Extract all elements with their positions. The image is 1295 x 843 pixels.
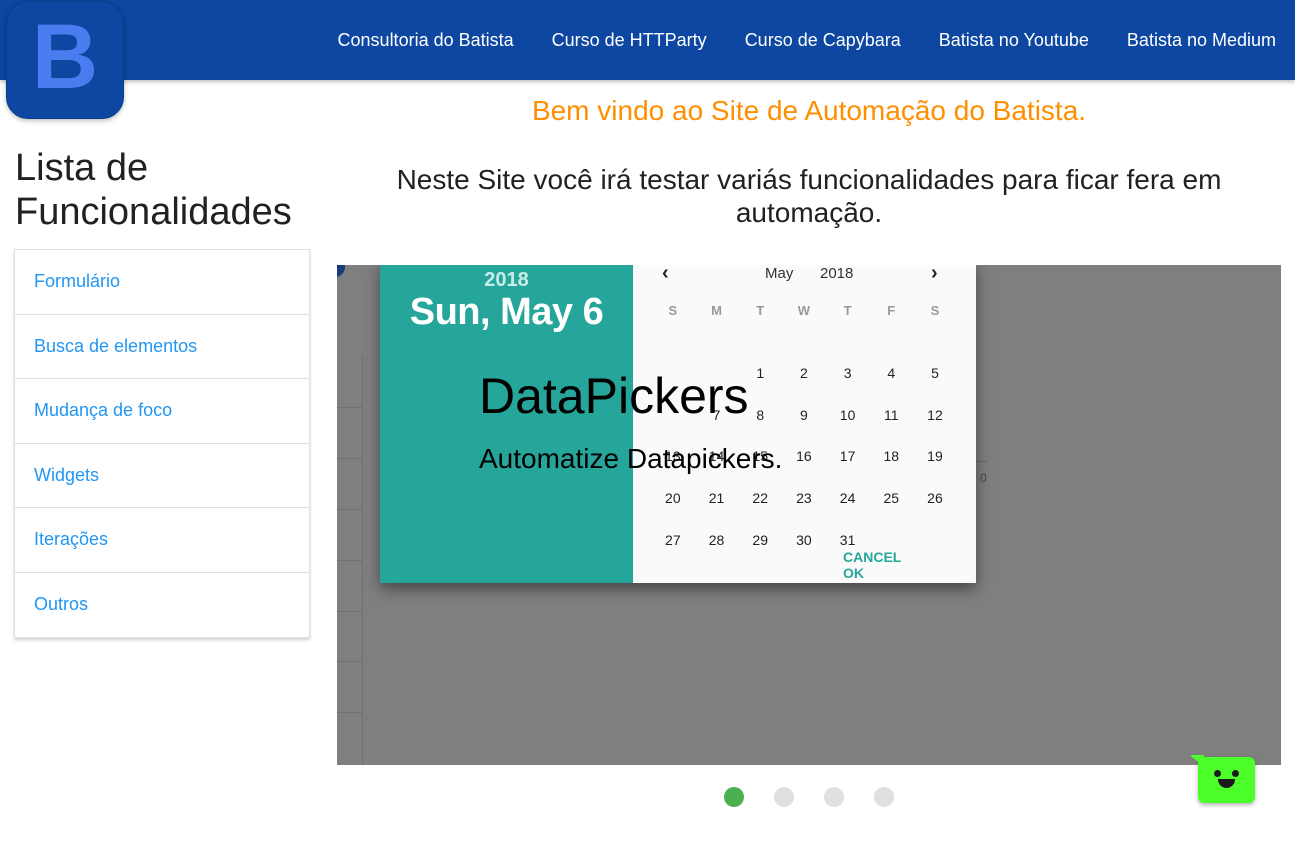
datepicker-empty-cell	[913, 511, 957, 553]
top-navbar: Consultoria do Batista Curso de HTTParty…	[0, 0, 1295, 80]
nav-menu: Consultoria do Batista Curso de HTTParty…	[319, 0, 1295, 80]
background-table	[337, 355, 363, 765]
carousel-caption-title: DataPickers	[479, 368, 749, 424]
datepicker-day: 21	[708, 490, 725, 507]
datepicker-calendar: ‹ May 2018 › S M T W T F S 1 2 3 4 5 7 8 9 10 11 12 13 14 15…	[633, 265, 976, 583]
carousel-indicator-1[interactable]	[724, 787, 744, 807]
background-decoration	[337, 265, 345, 277]
background-table-row	[337, 661, 363, 662]
logo[interactable]: B	[6, 1, 124, 119]
background-table-row	[337, 560, 363, 561]
chat-bot-face	[1198, 757, 1255, 803]
carousel-indicator-4[interactable]	[874, 787, 894, 807]
datepicker-modal: 2018 Sun, May 6 ‹ May 2018 › SMTWTFS1234…	[380, 265, 976, 583]
datepicker-weekday: T	[756, 303, 765, 318]
carousel-indicators	[724, 787, 924, 807]
datepicker-actions: CANCEL OK	[843, 549, 976, 581]
background-table-row	[337, 407, 363, 408]
sidebar-item-formulario[interactable]: Formulário	[15, 250, 309, 315]
datepicker-day: 22	[752, 490, 768, 507]
datepicker-grid: S M T W T F S 1 2 3 4 5 7 8 9 10 11 12 13 14 15 16 17 18 19 20 21 2…	[651, 302, 957, 553]
intro-text: Neste Site você irá testar variás funcio…	[396, 164, 1222, 228]
datepicker-weekday: S	[668, 303, 678, 318]
nav-link-consultoria[interactable]: Consultoria do Batista	[319, 0, 533, 80]
chat-bot-eye	[1214, 770, 1221, 777]
datepicker-header-date: Sun, May 6	[409, 291, 604, 333]
chevron-left-icon: ‹	[662, 265, 669, 284]
datepicker-day: 2	[800, 364, 808, 381]
datepicker-day: 16	[796, 448, 812, 465]
nav-link-medium[interactable]: Batista no Medium	[1108, 0, 1295, 80]
background-table-row	[337, 458, 363, 459]
datepicker-day: 30	[796, 531, 812, 548]
nav-link-youtube[interactable]: Batista no Youtube	[920, 0, 1108, 80]
datepicker-ok-button: OK	[843, 565, 864, 581]
sidebar-item-busca-de-elementos[interactable]: Busca de elementos	[15, 315, 309, 379]
datepicker-day: 17	[839, 448, 856, 465]
sidebar-item-widgets[interactable]: Widgets	[15, 444, 309, 508]
carousel-caption-text: Automatize Datapickers.	[479, 443, 783, 474]
chevron-right-icon: ›	[931, 265, 938, 284]
background-axis-label: 0	[980, 471, 987, 485]
datepicker-header-year: 2018	[484, 269, 529, 291]
datepicker-weekday: F	[887, 303, 896, 318]
feature-list: Formulário Busca de elementos Mudança de…	[14, 249, 310, 638]
datepicker-day: 5	[931, 364, 939, 381]
sidebar-item-outros[interactable]: Outros	[15, 573, 309, 637]
datepicker-weekday: M	[711, 303, 722, 318]
datepicker-day: 10	[839, 406, 856, 423]
welcome-heading: Bem vindo ao Site de Automação do Batist…	[531, 95, 1087, 126]
carousel-indicator-2[interactable]	[774, 787, 794, 807]
datepicker-weekday: T	[843, 303, 852, 318]
datepicker-weekday: S	[930, 303, 940, 318]
carousel-indicator-3[interactable]	[824, 787, 844, 807]
datepicker-weekday: W	[797, 303, 811, 318]
nav-link-httparty[interactable]: Curso de HTTParty	[533, 0, 726, 80]
datepicker-day: 28	[708, 531, 725, 548]
datepicker-day: 19	[927, 448, 943, 465]
datepicker-year: 2018	[820, 265, 854, 282]
datepicker-day: 26	[927, 490, 943, 507]
datepicker-day: 29	[752, 531, 768, 548]
datepicker-day: 9	[800, 406, 808, 423]
nav-link-capybara[interactable]: Curso de Capybara	[726, 0, 920, 80]
datepicker-day: 11	[884, 406, 899, 423]
datepicker-day: 23	[796, 490, 812, 507]
datepicker-day: 31	[839, 531, 856, 548]
datepicker-day: 18	[883, 448, 900, 465]
datepicker-day: 3	[843, 364, 852, 381]
datepicker-day: 25	[883, 490, 900, 507]
chat-bot-mouth	[1218, 779, 1235, 788]
chat-bot-icon[interactable]	[1190, 755, 1256, 803]
datepicker-header: 2018 Sun, May 6	[380, 265, 633, 583]
datepicker-day: 20	[665, 490, 681, 507]
sidebar-item-mudanca-de-foco[interactable]: Mudança de foco	[15, 379, 309, 444]
datepicker-day: 27	[665, 531, 681, 548]
chat-bot-eye	[1232, 770, 1239, 777]
datepicker-day: 24	[839, 490, 856, 507]
background-table-row	[337, 712, 363, 713]
datepicker-cancel-button: CANCEL	[843, 549, 902, 565]
sidebar-title: Lista de Funcionalidades	[15, 147, 292, 233]
logo-letter: B	[31, 6, 99, 108]
datepicker-month: May	[765, 265, 794, 282]
datepicker-empty-cell	[869, 511, 913, 553]
carousel-slide[interactable]: 0 2018 Sun, May 6 ‹ May 2018 › SMTWTFS12…	[337, 265, 1281, 765]
datepicker-day: 4	[887, 364, 896, 381]
background-table-row	[337, 611, 363, 612]
datepicker-day: 12	[927, 406, 943, 423]
background-table-row	[337, 509, 363, 510]
sidebar-item-iteracoes[interactable]: Iterações	[15, 508, 309, 573]
